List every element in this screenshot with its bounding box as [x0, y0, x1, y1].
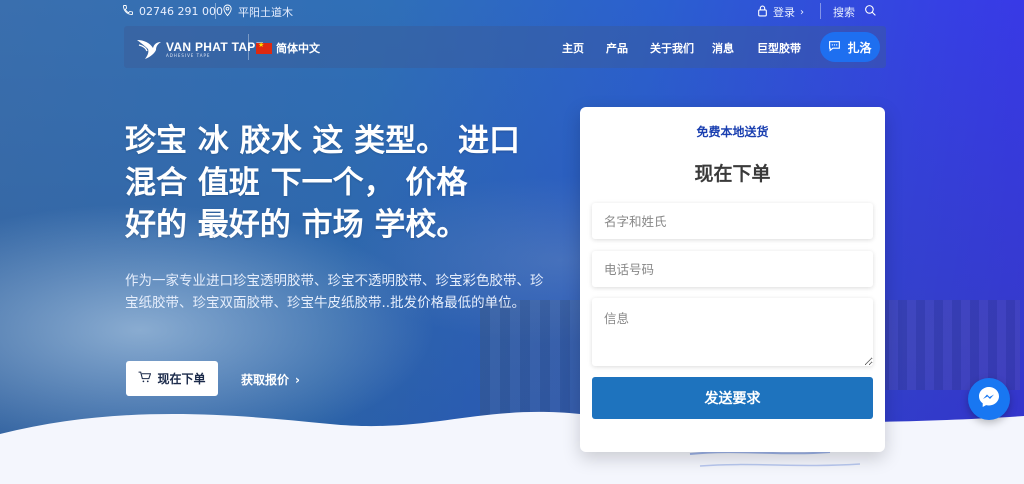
divider [248, 34, 249, 60]
chat-cta-label: 扎洛 [847, 40, 872, 55]
order-form-card: 免费本地送货 现在下单 发送要求 [580, 107, 885, 452]
top-utility-bar: 02746 291 000 平阳土道木 登录 › 搜索 [0, 0, 1024, 22]
submit-request-button[interactable]: 发送要求 [592, 377, 873, 419]
location-text: 平阳土道木 [238, 6, 293, 19]
cart-icon [138, 371, 152, 386]
lock-icon [757, 5, 768, 20]
divider [215, 3, 216, 19]
get-quote-link[interactable]: 获取报价 › [241, 371, 300, 388]
eagle-logo-icon [136, 34, 162, 64]
location-pin-icon [222, 4, 233, 20]
divider [820, 3, 821, 19]
location-info[interactable]: 平阳土道木 [222, 4, 293, 20]
nav-item-jumbo-tape[interactable]: 巨型胶带 [757, 40, 801, 56]
chevron-right-icon: › [295, 372, 300, 387]
headline-line: 珍宝 冰 胶水 这 类型。 进口 [125, 123, 520, 159]
form-title: 现在下单 [694, 163, 771, 185]
nav-item-home[interactable]: 主页 [562, 40, 584, 56]
messenger-icon [977, 385, 1001, 413]
nav-item-products[interactable]: 产品 [606, 40, 628, 56]
background-containers [880, 300, 1020, 390]
phone-input[interactable] [592, 251, 873, 287]
get-quote-label: 获取报价 [241, 373, 290, 387]
login-link[interactable]: 登录 › [757, 4, 804, 20]
order-now-button[interactable]: 现在下单 [126, 361, 218, 396]
phone-number: 02746 291 000 [139, 5, 223, 18]
login-label: 登录 [773, 6, 795, 19]
logo-text: VAN PHAT TAPE [166, 39, 264, 54]
chevron-right-icon: › [800, 6, 804, 18]
hero-description: 作为一家专业进口珍宝透明胶带、珍宝不透明胶带、珍宝彩色胶带、珍宝纸胶带、珍宝双面… [125, 273, 544, 311]
chat-bubble-icon [828, 40, 841, 55]
language-label: 简体中文 [276, 42, 320, 55]
hero-headline: 珍宝 冰 胶水 这 类型。 进口 混合 值班 下一个， 价格 好的 最好的 市场… [125, 120, 555, 246]
headline-line: 混合 值班 下一个， 价格 [125, 165, 468, 201]
china-flag-icon [256, 41, 272, 54]
name-input[interactable] [592, 203, 873, 239]
messenger-chat-button[interactable] [968, 378, 1010, 420]
nav-item-news[interactable]: 消息 [712, 40, 734, 56]
phone-contact[interactable]: 02746 291 000 [122, 4, 223, 19]
message-textarea[interactable] [592, 298, 873, 366]
search-icon [864, 4, 877, 20]
main-navbar: VAN PHAT TAPE ADHESIVE TAPE 简体中文 主页 产品 关… [124, 26, 886, 68]
language-switcher[interactable]: 简体中文 [256, 40, 320, 56]
order-now-label: 现在下单 [157, 372, 206, 386]
form-subtitle: 免费本地送货 [696, 125, 769, 139]
search-link[interactable]: 搜索 [833, 4, 877, 20]
logo[interactable]: VAN PHAT TAPE ADHESIVE TAPE [136, 34, 264, 64]
nav-item-about[interactable]: 关于我们 [650, 40, 694, 56]
phone-icon [122, 4, 134, 19]
chat-cta-button[interactable]: 扎洛 [820, 32, 880, 62]
headline-line: 好的 最好的 市场 学校。 [125, 207, 468, 243]
search-label: 搜索 [833, 6, 855, 19]
